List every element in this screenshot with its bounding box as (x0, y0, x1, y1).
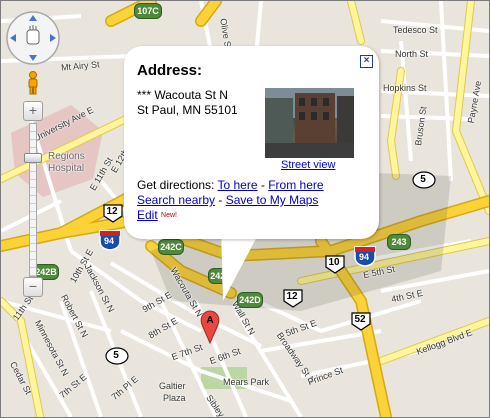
street-label: Hopkins St (383, 83, 427, 93)
street-label: North St (395, 49, 429, 59)
interstate-shield: 94 (352, 245, 378, 267)
state-route-shield: 5 (104, 347, 130, 367)
street-view-link[interactable]: Street view (281, 159, 335, 171)
place-label: Plaza (163, 393, 186, 403)
zoom-out-button[interactable]: − (23, 277, 43, 297)
state-route-shield: 5 (411, 171, 437, 191)
hospital-label: Hospital (48, 163, 85, 174)
address-line-1: *** Wacouta St N (137, 88, 228, 102)
place-label: Mears Park (223, 377, 270, 387)
exit-shield: 242C (158, 239, 184, 255)
edit-link[interactable]: Edit (137, 208, 158, 222)
street-label: Tedesco St (393, 25, 438, 35)
close-button[interactable]: × (360, 55, 373, 68)
separator: - (215, 193, 226, 207)
exit-shield: 107C (134, 3, 162, 19)
info-window: Address: × *** Wacouta St N St Paul, MN … (124, 46, 379, 239)
new-badge: New! (161, 212, 177, 219)
separator: - (257, 178, 269, 192)
us-route-shield: 10 (322, 254, 348, 274)
get-directions-label: Get directions: (137, 178, 218, 192)
us-route-shield: 12 (100, 203, 126, 223)
street-view-pegman-icon[interactable] (25, 71, 41, 100)
from-here-link[interactable]: From here (268, 178, 323, 192)
address-line-2: St Paul, MN 55101 (137, 103, 238, 117)
actions-block: Get directions: To here - From here Sear… (137, 178, 324, 223)
pan-control[interactable] (5, 10, 61, 66)
to-here-link[interactable]: To here (217, 178, 257, 192)
map-canvas[interactable]: Olive St Tedesco St North St Mt Airy St … (0, 0, 490, 418)
address-block: *** Wacouta St N St Paul, MN 55101 (137, 88, 238, 118)
info-window-title: Address: (137, 62, 203, 79)
marker-letter: A (206, 315, 214, 326)
zoom-slider-handle[interactable] (24, 153, 42, 163)
zoom-in-button[interactable]: + (23, 101, 43, 121)
us-route-shield: 52 (348, 311, 374, 331)
zoom-tick-marks (30, 124, 36, 276)
info-window-tail (220, 233, 259, 302)
interstate-shield: 94 (97, 229, 123, 251)
place-label: Galtier (159, 381, 186, 391)
exit-shield: 243 (387, 234, 411, 250)
us-route-shield: 12 (280, 288, 306, 308)
hospital-label: Regions (48, 151, 85, 162)
save-to-my-maps-link[interactable]: Save to My Maps (226, 193, 319, 207)
search-nearby-link[interactable]: Search nearby (137, 193, 215, 207)
zoom-slider-track[interactable] (29, 123, 37, 277)
location-marker[interactable]: A (200, 310, 220, 349)
street-view-thumbnail[interactable] (265, 88, 354, 158)
zoom-control: + − (21, 71, 45, 301)
